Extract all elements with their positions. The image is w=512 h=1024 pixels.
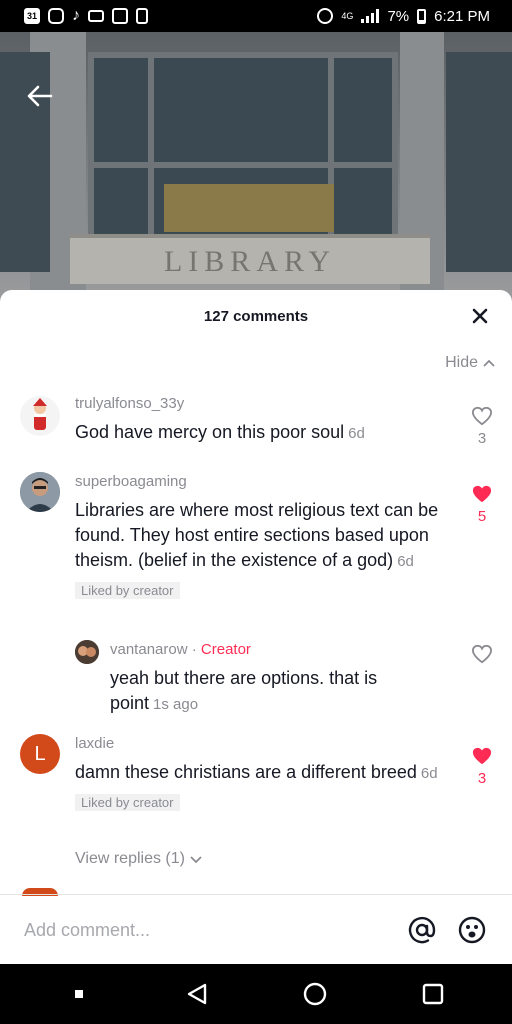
library-sign: LIBRARY	[70, 234, 430, 284]
nav-recents-button[interactable]	[413, 974, 453, 1014]
hide-label: Hide	[445, 354, 478, 371]
circle-home-icon	[303, 982, 327, 1006]
avatar-letter: L	[34, 742, 46, 765]
back-button[interactable]	[22, 78, 58, 114]
nav-home-button[interactable]	[295, 974, 335, 1014]
dot-icon	[75, 990, 83, 998]
add-comment-bar	[0, 896, 512, 964]
heart-outline-icon	[471, 644, 493, 664]
android-nav-bar	[0, 964, 512, 1024]
liked-by-creator-badge: Liked by creator	[75, 582, 180, 599]
close-button[interactable]	[468, 304, 492, 328]
hide-button[interactable]: Hide	[445, 354, 496, 372]
comments-header: 127 comments	[0, 290, 512, 340]
divider	[0, 894, 512, 895]
arrow-left-icon	[27, 85, 53, 107]
like-count: 5	[477, 508, 487, 525]
comment-username[interactable]: laxdie	[75, 734, 445, 754]
clock: 6:21 PM	[434, 7, 490, 25]
square-recents-icon	[422, 983, 444, 1005]
comment-text: damn these christians are a different br…	[75, 762, 438, 782]
elf-avatar-icon	[33, 398, 47, 430]
comment-text: Libraries are where most religious text …	[75, 500, 439, 570]
comment-time: 6d	[397, 553, 414, 570]
calendar-icon: 31	[24, 8, 40, 24]
avatar[interactable]	[20, 396, 60, 436]
comment-body: laxdie damn these christians are a diffe…	[75, 734, 445, 812]
avatar[interactable]: L	[20, 734, 60, 774]
recent-apps-dot-button[interactable]	[59, 974, 99, 1014]
comment-body: superboagaming Libraries are where most …	[75, 472, 445, 600]
voicemail-icon	[88, 10, 104, 22]
heart-filled-icon	[472, 485, 492, 503]
reply-username-row: vantanarow · Creator	[110, 640, 430, 660]
signal-icon	[361, 9, 380, 23]
triangle-back-icon	[187, 983, 207, 1005]
like-count: 3	[477, 770, 487, 787]
tiktok-icon: ♪	[72, 7, 80, 24]
heart-outline-icon	[471, 406, 493, 426]
like-button[interactable]: 3	[470, 406, 494, 447]
comment-count: 127 comments	[203, 307, 309, 325]
image-icon	[112, 8, 128, 24]
comment-username[interactable]: superboagaming	[75, 472, 445, 492]
comment-username[interactable]: trulyalfonso_33y	[75, 394, 445, 414]
add-comment-input[interactable]	[24, 919, 388, 941]
couple-avatar-icon	[75, 640, 99, 664]
reply-text: yeah but there are options. that is poin…	[110, 668, 378, 713]
reply-time: 1s ago	[153, 696, 199, 713]
battery-icon	[417, 8, 427, 24]
status-bar-right: 4G 7% 6:21 PM	[317, 8, 490, 25]
avatar[interactable]	[75, 640, 99, 664]
status-bar-left: 31 ♪	[24, 7, 148, 25]
emoji-button[interactable]	[456, 914, 488, 946]
chevron-down-icon	[190, 856, 202, 864]
comment-body: trulyalfonso_33y God have mercy on this …	[75, 394, 445, 446]
comment-text: God have mercy on this poor soul 6d	[75, 422, 365, 442]
separator-dot: ·	[191, 641, 197, 658]
4g-icon: 4G	[341, 11, 354, 21]
reply-username[interactable]: vantanarow	[110, 641, 188, 658]
person-avatar-icon	[20, 472, 60, 512]
battery-saver-icon	[136, 8, 148, 24]
reply-body: vantanarow · Creator yeah but there are …	[110, 640, 430, 717]
view-replies-label: View replies (1)	[75, 850, 185, 867]
video-side-window-right	[446, 52, 512, 272]
like-button[interactable]	[470, 644, 494, 664]
comment-time: 6d	[348, 425, 365, 442]
alarm-icon	[317, 8, 334, 24]
heart-filled-icon	[472, 747, 492, 765]
video-window	[88, 52, 398, 252]
like-count: 3	[477, 430, 487, 447]
nav-back-button[interactable]	[177, 974, 217, 1014]
mention-button[interactable]	[406, 914, 438, 946]
status-bar: 31 ♪ 4G 7% 6:21 PM	[0, 0, 512, 32]
liked-by-creator-badge: Liked by creator	[75, 794, 180, 811]
like-button[interactable]: 5	[470, 484, 494, 525]
at-sign-icon	[408, 916, 436, 944]
comments-sheet: 127 comments Hide trulyalfonso_33y God h…	[0, 290, 512, 964]
comment-time: 6d	[420, 765, 438, 782]
view-replies-button[interactable]: View replies (1)	[75, 850, 203, 868]
close-icon	[472, 308, 488, 324]
creator-tag: Creator	[200, 641, 251, 658]
like-button[interactable]: 3	[470, 746, 494, 787]
chevron-up-icon	[483, 359, 495, 367]
battery-percent: 7%	[387, 7, 410, 25]
emoji-icon	[458, 916, 486, 944]
instagram-icon	[48, 8, 64, 24]
video-player[interactable]: LIBRARY	[0, 32, 512, 302]
avatar[interactable]	[20, 472, 60, 512]
